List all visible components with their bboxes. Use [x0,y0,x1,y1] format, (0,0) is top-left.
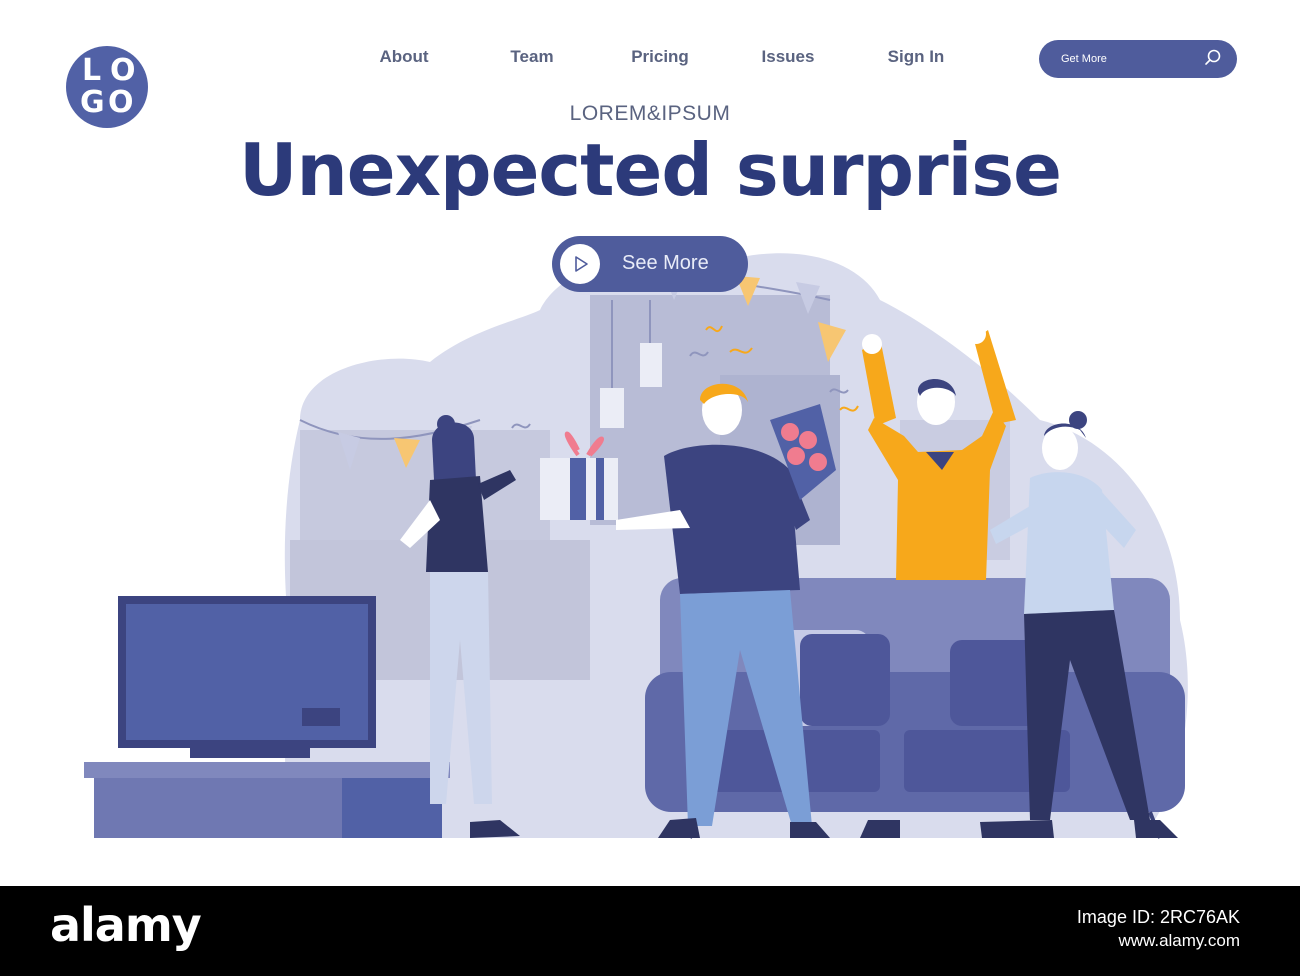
watermark-url: www.alamy.com [1118,931,1240,950]
hero-subtitle: LOREM&IPSUM [569,102,731,125]
image-id-text: Image ID: 2RC76AK [1076,907,1240,927]
play-icon [560,244,600,284]
nav-sign-in[interactable]: Sign In [852,46,980,68]
search-icon[interactable] [1203,48,1223,68]
see-more-label: See More [622,252,709,274]
nav-about[interactable]: About [340,46,468,68]
logo-letter: O [110,53,136,88]
hero-title: Unexpected surprise [239,128,1062,212]
see-more-button[interactable]: See More [552,236,748,292]
nav-pricing[interactable]: Pricing [596,46,724,68]
logo-letter: L [82,53,102,88]
watermark-logo: alamy [50,898,202,952]
watermark-meta: Image ID: 2RC76AK www.alamy.com [1077,906,1240,954]
nav-issues[interactable]: Issues [724,46,852,68]
main-nav: About Team Pricing Issues Sign In [340,46,980,68]
nav-team[interactable]: Team [468,46,596,68]
search-input[interactable] [1061,49,1201,69]
